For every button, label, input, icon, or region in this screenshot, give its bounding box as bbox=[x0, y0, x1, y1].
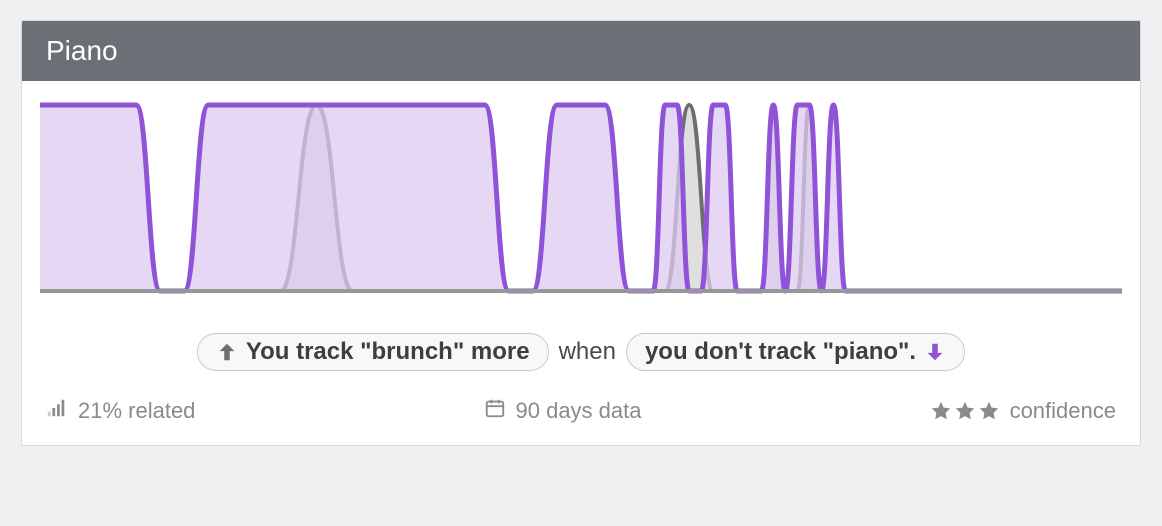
correlation-card: Piano You track "brunch" more when you d… bbox=[21, 20, 1141, 446]
insight-pill-right[interactable]: you don't track "piano". bbox=[626, 333, 965, 371]
star-icon bbox=[930, 400, 952, 422]
calendar-icon bbox=[484, 397, 506, 425]
signal-bars-icon bbox=[46, 397, 68, 425]
related-stat: 21% related bbox=[46, 397, 195, 425]
card-footer: 21% related 90 days data confidence bbox=[22, 389, 1140, 445]
star-icon bbox=[978, 400, 1000, 422]
arrow-up-icon bbox=[216, 341, 238, 363]
insight-pill-left[interactable]: You track "brunch" more bbox=[197, 333, 549, 371]
range-text: 90 days data bbox=[516, 398, 642, 424]
insight-right-text: you don't track "piano". bbox=[645, 338, 916, 366]
chart-area bbox=[22, 81, 1140, 309]
star-icon bbox=[954, 400, 976, 422]
insight-row: You track "brunch" more when you don't t… bbox=[22, 309, 1140, 389]
card-title: Piano bbox=[46, 35, 118, 66]
insight-middle-text: when bbox=[559, 338, 616, 366]
card-header: Piano bbox=[22, 21, 1140, 81]
confidence-stat: confidence bbox=[930, 398, 1116, 424]
related-text: 21% related bbox=[78, 398, 195, 424]
insight-left-text: You track "brunch" more bbox=[246, 338, 530, 366]
correlation-chart bbox=[40, 99, 1122, 309]
arrow-down-icon bbox=[924, 341, 946, 363]
range-stat: 90 days data bbox=[484, 397, 642, 425]
confidence-text: confidence bbox=[1010, 398, 1116, 424]
confidence-stars bbox=[930, 400, 1000, 422]
